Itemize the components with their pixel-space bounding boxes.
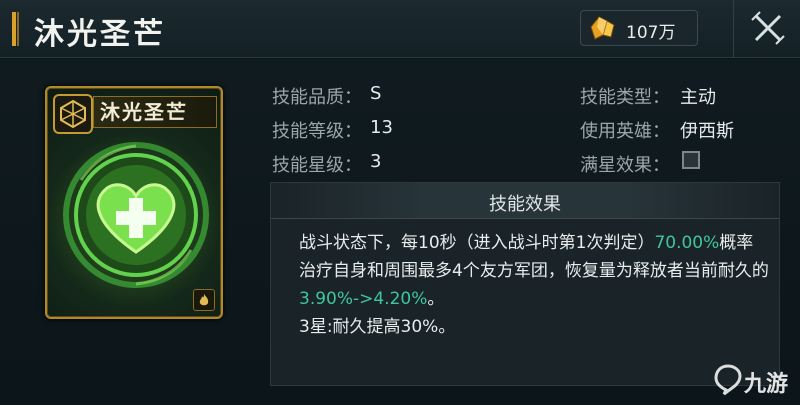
skill-card[interactable]: 沐光圣芒: [45, 86, 223, 319]
effect-star-line: 3星:耐久提高30%。: [299, 317, 456, 337]
top-bar: 沐光圣芒 107万: [0, 0, 800, 58]
page-title: 沐光圣芒: [34, 17, 166, 52]
flame-rank-icon: [193, 289, 215, 311]
effect-description: 战斗状态下，每10秒（进入战斗时第1次判定）70.00%概率治疗自身和周围最多4…: [299, 229, 769, 341]
skill-effect-panel: 技能效果 战斗状态下，每10秒（进入战斗时第1次判定）70.00%概率治疗自身和…: [270, 182, 780, 386]
hero-label: 使用英雄：: [580, 121, 670, 142]
effect-header: 技能效果: [271, 183, 779, 219]
watermark-text: 九游: [744, 372, 789, 397]
type-label: 技能类型：: [580, 87, 670, 108]
type-value: 主动: [680, 87, 716, 108]
level-label: 技能等级：: [272, 121, 362, 142]
effect-text-part1: 战斗状态下，每10秒（进入战斗时第1次判定）: [299, 233, 655, 253]
fullstar-checkbox[interactable]: [682, 151, 700, 169]
effect-title: 技能效果: [489, 194, 561, 215]
close-button[interactable]: [733, 0, 800, 58]
currency-amount: 107万: [626, 23, 676, 43]
healing-heart-cross-icon: [61, 140, 211, 294]
level-value: 13: [370, 117, 393, 138]
quality-label: 技能品质：: [272, 87, 362, 108]
effect-text-part3: 。: [427, 289, 445, 309]
card-name: 沐光圣芒: [93, 96, 217, 128]
star-label: 技能星级：: [272, 155, 362, 176]
star-value: 3: [370, 151, 382, 172]
site-watermark: 九游: [714, 362, 796, 398]
quality-value: S: [370, 83, 382, 104]
close-icon: [751, 11, 785, 45]
watermark-logo-icon: [714, 364, 742, 396]
currency-display[interactable]: 107万: [580, 10, 698, 46]
gold-crystal-icon: [587, 13, 617, 43]
hero-value: 伊西斯: [680, 121, 734, 142]
hexagon-emblem-icon: [53, 94, 93, 134]
effect-heal-range: 3.90%->4.20%: [299, 289, 428, 309]
fullstar-label: 满星效果：: [580, 155, 670, 176]
title-accent-mark: [12, 12, 20, 46]
effect-chance: 70.00%: [654, 233, 720, 253]
